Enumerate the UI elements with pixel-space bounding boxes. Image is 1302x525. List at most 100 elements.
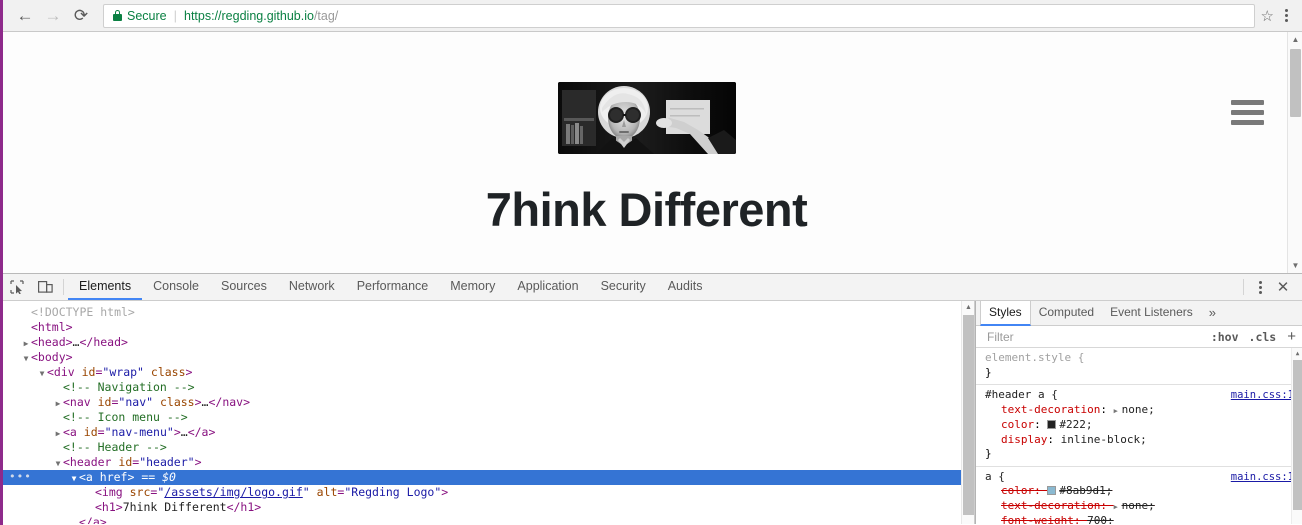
dom-node-row[interactable]: <h1>7hink Different</h1>	[3, 500, 974, 515]
dom-tree-scrollbar[interactable]: ▲	[961, 301, 974, 524]
css-selector[interactable]: element.style {	[985, 351, 1084, 366]
dom-scroll-up-icon[interactable]: ▲	[962, 301, 974, 314]
devtools-close-icon[interactable]: ✕	[1270, 278, 1296, 296]
dom-node-row[interactable]: </a>	[3, 515, 974, 524]
css-property[interactable]: font-weight	[1001, 514, 1074, 524]
reload-button[interactable]: ⟳	[67, 2, 95, 30]
css-value[interactable]: #222;	[1059, 418, 1092, 431]
dom-node-row[interactable]: ▶ <a id="nav-menu">…</a>	[3, 425, 974, 440]
disclosure-triangle-icon[interactable]: ▶	[21, 336, 31, 351]
disclosure-triangle-icon[interactable]: ▶	[53, 396, 63, 411]
css-property[interactable]: color	[1001, 418, 1034, 431]
inspect-element-icon[interactable]	[3, 274, 31, 300]
tab-network[interactable]: Network	[278, 274, 346, 300]
page-scrollbar[interactable]: ▲ ▼	[1287, 32, 1302, 273]
css-rule-header: a { main.css:1	[985, 470, 1294, 485]
tab-console[interactable]: Console	[142, 274, 210, 300]
expand-shorthand-icon[interactable]: ▶	[1114, 404, 1122, 419]
css-value[interactable]: inline-block;	[1061, 433, 1147, 446]
address-bar[interactable]: Secure | https://regding.github.io/tag/	[103, 3, 1255, 28]
code-token: </a>	[187, 425, 216, 439]
styles-scroll-up-icon[interactable]: ▲	[1292, 348, 1302, 359]
dom-scrollbar-thumb[interactable]	[963, 315, 974, 515]
forward-button[interactable]: →	[39, 2, 67, 30]
css-declaration[interactable]: color: #222;	[985, 418, 1294, 433]
dom-node-row[interactable]: <!-- Icon menu -->	[3, 410, 974, 425]
tab-performance[interactable]: Performance	[346, 274, 440, 300]
disclosure-triangle-icon[interactable]: ▼	[53, 456, 63, 471]
css-declaration[interactable]: text-decoration: ▶ none;	[985, 499, 1294, 515]
css-property[interactable]: text-decoration	[1001, 403, 1100, 416]
page-scrollbar-thumb[interactable]	[1290, 49, 1301, 117]
css-value[interactable]: 700;	[1087, 514, 1114, 524]
scroll-down-icon[interactable]: ▼	[1288, 258, 1302, 273]
styles-pane: Styles Computed Event Listeners » :hov .…	[975, 301, 1302, 524]
css-property[interactable]: color	[1001, 484, 1034, 497]
hov-toggle-button[interactable]: :hov	[1211, 330, 1239, 344]
css-value[interactable]: none;	[1122, 499, 1155, 512]
css-source-link[interactable]: main.css:1	[1231, 470, 1294, 485]
code-token: id	[81, 365, 96, 379]
dom-node-row[interactable]: ▼ <header id="header">	[3, 455, 974, 470]
styles-scrollbar-thumb[interactable]	[1293, 360, 1302, 511]
css-property[interactable]: text-decoration	[1001, 499, 1100, 512]
css-rule-block[interactable]: element.style {}	[976, 348, 1302, 386]
dom-node-row[interactable]: ▶ <head>…</head>	[3, 335, 974, 350]
nav-menu-icon[interactable]	[1231, 100, 1264, 125]
dom-node-row[interactable]: <img src="/assets/img/logo.gif" alt="Reg…	[3, 485, 974, 500]
disclosure-triangle-icon[interactable]: ▶	[53, 426, 63, 441]
bookmark-star-icon[interactable]: ☆	[1261, 7, 1274, 25]
tab-application[interactable]: Application	[506, 274, 589, 300]
css-source-link[interactable]: main.css:1	[1231, 388, 1294, 403]
styles-more-icon[interactable]: »	[1201, 301, 1224, 325]
styles-scrollbar[interactable]: ▲	[1291, 348, 1302, 524]
dom-tree[interactable]: <!DOCTYPE html> <html> ▶ <head>…</head> ▼ <bo…	[3, 301, 974, 524]
back-button[interactable]: ←	[11, 2, 39, 30]
code-token: >	[194, 455, 202, 469]
css-declaration[interactable]: display: inline-block;	[985, 433, 1294, 448]
css-rule-block[interactable]: #header a { main.css:1 text-decoration: ▶ n…	[976, 385, 1302, 467]
css-rules-list[interactable]: element.style {} #header a {main.css:1 tex…	[976, 348, 1302, 524]
cls-toggle-button[interactable]: .cls	[1249, 330, 1277, 344]
tab-elements[interactable]: Elements	[68, 274, 143, 300]
dom-node-row[interactable]: <!-- Navigation -->	[3, 380, 974, 395]
dom-node-row-selected[interactable]: ••• ▼ <a href> == $0	[3, 470, 974, 485]
device-toolbar-icon[interactable]	[31, 274, 59, 300]
scroll-up-icon[interactable]: ▲	[1288, 32, 1302, 47]
expand-shorthand-icon[interactable]: ▶	[1114, 500, 1122, 515]
css-declaration[interactable]: color: #8ab9d1;	[985, 484, 1294, 499]
dom-node-row[interactable]: ▼ <div id="wrap" class>	[3, 365, 974, 380]
devtools-more-icon[interactable]	[1250, 274, 1270, 300]
css-property[interactable]: display	[1001, 433, 1047, 446]
dom-node-row[interactable]: <html>	[3, 320, 974, 335]
tab-security[interactable]: Security	[590, 274, 657, 300]
tab-memory[interactable]: Memory	[439, 274, 506, 300]
color-swatch[interactable]	[1047, 486, 1057, 496]
disclosure-triangle-icon[interactable]: ▼	[37, 366, 47, 381]
css-declaration[interactable]: font-weight: 700;	[985, 514, 1294, 524]
dom-node-row[interactable]: ▶ <nav id="nav" class>…</nav>	[3, 395, 974, 410]
tab-sources[interactable]: Sources	[210, 274, 278, 300]
disclosure-triangle-icon[interactable]: ▼	[69, 471, 79, 486]
disclosure-triangle-icon[interactable]: ▼	[21, 351, 31, 366]
dom-node-row[interactable]: <!DOCTYPE html>	[3, 305, 974, 320]
styles-filter-input[interactable]	[985, 328, 1201, 345]
code-token: <body>	[31, 350, 73, 364]
css-selector[interactable]: #header a {	[985, 388, 1058, 403]
new-style-rule-button[interactable]: +	[1287, 328, 1296, 345]
css-value[interactable]: none;	[1122, 403, 1155, 416]
css-declaration[interactable]: text-decoration: ▶ none;	[985, 403, 1294, 419]
tab-audits[interactable]: Audits	[657, 274, 714, 300]
css-selector[interactable]: a {	[985, 470, 1005, 485]
tab-computed[interactable]: Computed	[1031, 301, 1102, 325]
css-rule-block[interactable]: a { main.css:1 color: #8ab9d1; text-decorat…	[976, 467, 1302, 524]
dom-node-row[interactable]: <!-- Header -->	[3, 440, 974, 455]
dom-node-row[interactable]: ▼ <body>	[3, 350, 974, 365]
styles-filter-row: :hov .cls +	[976, 325, 1302, 349]
tab-event-listeners[interactable]: Event Listeners	[1102, 301, 1201, 325]
site-logo-image[interactable]	[557, 82, 736, 154]
css-value[interactable]: #8ab9d1;	[1059, 484, 1112, 497]
color-swatch[interactable]	[1047, 420, 1057, 430]
chrome-menu-icon[interactable]	[1276, 3, 1296, 29]
tab-styles[interactable]: Styles	[980, 301, 1031, 326]
